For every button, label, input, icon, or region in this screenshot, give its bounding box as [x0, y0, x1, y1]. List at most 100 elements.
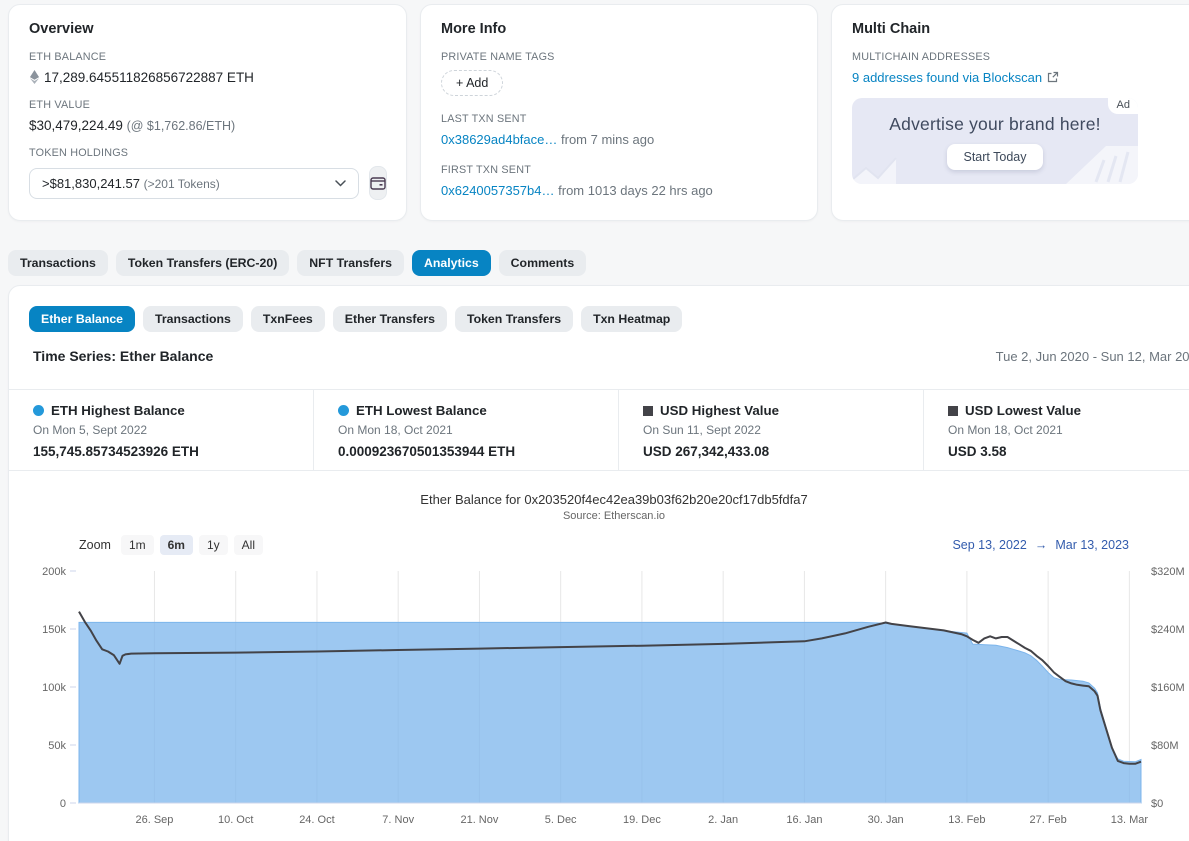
token-holdings-value: >$81,830,241.57	[42, 175, 140, 191]
stat-value: USD 3.58	[948, 444, 1007, 459]
range-from[interactable]: Sep 13, 2022	[952, 538, 1026, 552]
stat-label: USD Highest Value	[660, 403, 779, 418]
wallet-button[interactable]	[369, 166, 387, 200]
token-holdings-count: (>201 Tokens)	[143, 176, 220, 191]
stat-label: ETH Lowest Balance	[356, 403, 487, 418]
subtab-token-transfers[interactable]: Token Transfers	[454, 306, 574, 332]
eth-value-row: $30,479,224.49 (@ $1,762.86/ETH)	[29, 118, 386, 133]
stat-label: ETH Highest Balance	[51, 403, 185, 418]
chart-zoom-controls: Zoom 1m 6m 1y All	[79, 535, 263, 555]
y-axis-right-label: $240M	[1151, 624, 1185, 636]
ad-banner[interactable]: Ad Advertise your brand here! Start Toda…	[852, 98, 1138, 184]
stat-date: On Mon 5, Sept 2022	[33, 423, 148, 437]
token-holdings-dropdown[interactable]: >$81,830,241.57 (>201 Tokens)	[29, 167, 359, 199]
main-tabs: Transactions Token Transfers (ERC-20) NFT …	[8, 250, 587, 276]
chart-title: Ether Balance for 0x203520f4ec42ea39b03f…	[420, 492, 808, 507]
y-axis-left-label: 100k	[42, 682, 66, 694]
analytics-panel: Ether Balance Transactions TxnFees Ether Tr…	[8, 285, 1189, 841]
add-name-tag-button[interactable]: + Add	[441, 70, 504, 96]
stat-date: On Sun 11, Sept 2022	[643, 423, 761, 437]
chevron-down-icon	[335, 179, 346, 187]
blockscan-addresses-link[interactable]: 9 addresses found via Blockscan	[852, 70, 1042, 85]
stat-value: 0.000923670501353944 ETH	[338, 444, 516, 459]
ad-headline: Advertise your brand here!	[889, 114, 1101, 134]
chart-range-display: Sep 13, 2022 → Mar 13, 2023	[952, 538, 1129, 552]
multichain-addresses-label: MULTICHAIN ADDRESSES	[852, 51, 991, 63]
x-axis-label: 26. Sep	[135, 814, 173, 826]
ad-cta-button[interactable]: Start Today	[947, 144, 1043, 170]
x-axis-label: 30. Jan	[868, 814, 904, 826]
first-txn-time: from 1013 days 22 hrs ago	[558, 183, 713, 198]
subtab-transactions[interactable]: Transactions	[143, 306, 243, 332]
overview-card: Overview ETH BALANCE 17,289.645511826856…	[8, 4, 407, 221]
first-txn-label: FIRST TXN SENT	[441, 164, 531, 176]
zoom-all-button[interactable]: All	[233, 535, 263, 555]
legend-square-icon	[948, 405, 958, 416]
multi-chain-card: Multi Chain MULTICHAIN ADDRESSES 9 addre…	[831, 4, 1189, 221]
zoom-6m-button[interactable]: 6m	[159, 535, 193, 555]
wallet-icon	[370, 176, 386, 190]
eth-value-main: $30,479,224.49	[29, 118, 123, 133]
subtab-txnfees[interactable]: TxnFees	[250, 306, 325, 332]
eth-balance-label: ETH BALANCE	[29, 51, 107, 63]
x-axis-label: 19. Dec	[623, 814, 661, 826]
zoom-1m-button[interactable]: 1m	[120, 535, 154, 555]
y-axis-right-label: $80M	[1151, 740, 1179, 752]
stats-row: ETH Highest Balance On Mon 5, Sept 2022 15…	[9, 390, 1189, 470]
y-axis-right-label: $0	[1151, 798, 1163, 810]
first-txn-hash-link[interactable]: 0x6240057357b4…	[441, 183, 555, 198]
x-axis-label: 27. Feb	[1029, 814, 1066, 826]
range-to[interactable]: Mar 13, 2023	[1055, 538, 1129, 552]
time-series-title: Time Series: Ether Balance	[33, 348, 214, 364]
overview-title: Overview	[29, 21, 94, 37]
subtab-ether-transfers[interactable]: Ether Transfers	[332, 306, 447, 332]
eth-balance-value: 17,289.645511826856722887 ETH	[44, 70, 254, 85]
x-axis-label: 10. Oct	[218, 814, 253, 826]
eth-value-label: ETH VALUE	[29, 99, 90, 111]
chart-subtitle: Source: Etherscan.io	[562, 510, 666, 522]
x-axis-label: 13. Feb	[948, 814, 985, 826]
last-txn-time: from 7 mins ago	[561, 132, 655, 147]
x-axis-label: 21. Nov	[460, 814, 498, 826]
tab-nft-transfers[interactable]: NFT Transfers	[297, 250, 404, 276]
tab-comments[interactable]: Comments	[498, 250, 587, 276]
y-axis-right-label: $160M	[1151, 682, 1185, 694]
eth-balance-area-series	[78, 621, 1142, 804]
stat-date: On Mon 18, Oct 2021	[338, 423, 453, 437]
subtab-txn-heatmap[interactable]: Txn Heatmap	[581, 306, 683, 332]
private-name-tags-label: PRIVATE NAME TAGS	[441, 51, 555, 63]
more-info-card: More Info PRIVATE NAME TAGS + Add LAST T…	[420, 4, 818, 221]
x-axis-label: 7. Nov	[382, 814, 414, 826]
analytics-sub-tabs: Ether Balance Transactions TxnFees Ether Tr…	[29, 306, 683, 332]
zoom-1y-button[interactable]: 1y	[198, 535, 228, 555]
stat-value: USD 267,342,433.08	[643, 444, 770, 459]
tab-token-transfers-erc-20-[interactable]: Token Transfers (ERC-20)	[115, 250, 290, 276]
zoom-label: Zoom	[79, 538, 111, 552]
ad-bars-decoration	[1066, 146, 1138, 184]
page: Overview ETH BALANCE 17,289.645511826856…	[0, 0, 1189, 841]
y-axis-left-label: 0	[60, 798, 66, 810]
legend-circle-icon	[338, 405, 349, 416]
last-txn-hash-link[interactable]: 0x38629ad4bface…	[441, 132, 557, 147]
x-axis-label: 2. Jan	[708, 814, 738, 826]
range-arrow: →	[1034, 538, 1048, 552]
y-axis-right-label: $320M	[1151, 566, 1185, 578]
divider	[9, 470, 1189, 471]
tab-transactions[interactable]: Transactions	[8, 250, 108, 276]
tab-analytics[interactable]: Analytics	[411, 250, 491, 276]
subtab-ether-balance[interactable]: Ether Balance	[29, 306, 136, 332]
y-axis-left-label: 200k	[42, 566, 66, 578]
stat-label: USD Lowest Value	[965, 403, 1082, 418]
add-name-tag-label: + Add	[456, 76, 489, 90]
ethereum-icon	[29, 70, 40, 84]
full-date-range: Tue 2, Jun 2020 - Sun 12, Mar 2023	[995, 348, 1189, 364]
x-axis-label: 13. Mar	[1111, 814, 1149, 826]
eth-balance-value-row: 17,289.645511826856722887 ETH	[29, 70, 386, 85]
x-axis-label: 5. Dec	[545, 814, 577, 826]
stat-date: On Mon 18, Oct 2021	[948, 423, 1063, 437]
ad-badge: Ad	[1107, 98, 1138, 114]
y-axis-left-label: 50k	[48, 740, 66, 752]
ether-balance-chart[interactable]: 200k 150k 100k 50k 0 $320M $240M $160M $80M $0 26.…	[9, 561, 1189, 833]
legend-square-icon	[643, 405, 653, 416]
stat-usd-highest-value: USD Highest Value On Sun 11, Sept 2022 USD…	[618, 390, 923, 470]
